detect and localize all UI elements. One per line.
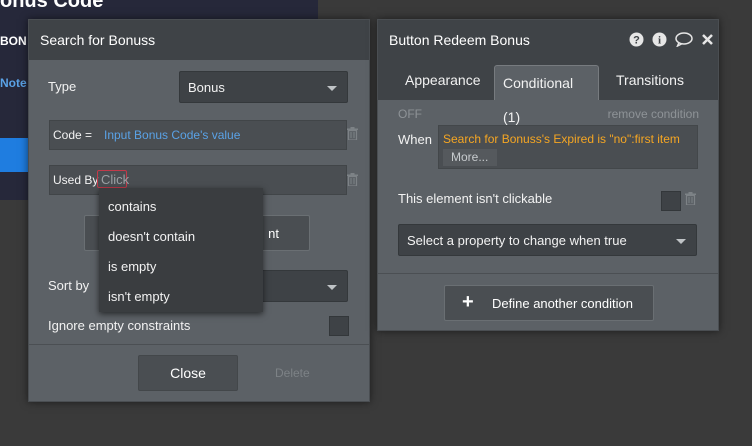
ignore-empty-label: Ignore empty constraints (48, 318, 191, 333)
define-another-condition-button[interactable]: + Define another condition (444, 285, 654, 321)
search-panel-header[interactable]: Search for Bonuss (29, 20, 369, 60)
menu-item-contains[interactable]: contains (108, 199, 156, 214)
trash-icon[interactable] (347, 127, 358, 140)
constraint-code-key: Code = (53, 128, 93, 142)
comment-icon[interactable] (675, 32, 693, 47)
property-placeholder: Select a property to change when true (407, 233, 627, 248)
tab-conditional[interactable]: Conditional (1) (494, 65, 599, 125)
add-constraint-label: nt (268, 226, 279, 241)
menu-item-doesnt-contain[interactable]: doesn't contain (108, 229, 195, 244)
not-clickable-checkbox[interactable] (661, 191, 681, 211)
not-clickable-label: This element isn't clickable (398, 191, 553, 206)
trash-icon[interactable] (685, 192, 696, 205)
footer-divider (29, 344, 369, 345)
when-expression-field[interactable]: Search for Bonuss's Expired is "no":firs… (438, 125, 698, 169)
svg-text:i: i (658, 35, 661, 47)
trash-icon[interactable] (347, 173, 358, 186)
operator-menu: contains doesn't contain is empty isn't … (99, 188, 263, 312)
sort-by-dropdown[interactable] (259, 270, 348, 302)
define-condition-label: Define another condition (492, 296, 633, 311)
background-title: onus Code (0, 0, 104, 12)
operator-click-field[interactable]: Click (97, 170, 129, 188)
remove-condition-link[interactable]: remove condition (608, 107, 699, 121)
inspector-tabbar: Appearance Conditional (1) Transitions (378, 60, 718, 125)
constraint-code[interactable]: Code = Input Bonus Code's value (49, 120, 347, 150)
chevron-down-icon (676, 239, 686, 244)
when-expression[interactable]: Search for Bonuss's Expired is "no":firs… (443, 132, 680, 146)
close-button[interactable]: Close (138, 355, 238, 391)
type-dropdown[interactable]: Bonus (179, 71, 348, 103)
tab-appearance[interactable]: Appearance (405, 72, 481, 88)
inspector-title: Button Redeem Bonus (389, 32, 530, 48)
condition-off-label: OFF (398, 107, 422, 121)
svg-text:?: ? (633, 35, 640, 47)
inspector-header[interactable]: Button Redeem Bonus ? i (378, 20, 718, 60)
help-icon[interactable]: ? (629, 32, 644, 47)
plus-icon: + (462, 291, 474, 313)
constraint-code-value[interactable]: Input Bonus Code's value (104, 128, 240, 142)
background-note: Note (0, 76, 27, 90)
chevron-down-icon (327, 285, 337, 290)
chevron-down-icon (327, 86, 337, 91)
more-button[interactable]: More... (443, 149, 497, 166)
menu-item-isnt-empty[interactable]: isn't empty (108, 289, 170, 304)
ignore-empty-checkbox[interactable] (329, 316, 349, 336)
sort-by-label: Sort by (48, 278, 90, 293)
property-dropdown[interactable]: Select a property to change when true (398, 224, 697, 256)
element-inspector-panel: Button Redeem Bonus ? i Appearance Condi… (377, 19, 719, 331)
constraint-used-by-key: Used By (53, 173, 99, 187)
menu-item-is-empty[interactable]: is empty (108, 259, 156, 274)
delete-button[interactable]: Delete (275, 366, 310, 380)
background-label: BON (0, 34, 27, 48)
tab-transitions[interactable]: Transitions (616, 72, 684, 88)
type-value: Bonus (188, 80, 225, 95)
background-blue-element[interactable] (0, 138, 28, 172)
close-icon[interactable] (701, 33, 714, 46)
info-icon[interactable]: i (652, 32, 667, 47)
inspector-divider (378, 273, 718, 274)
search-panel-title: Search for Bonuss (40, 32, 156, 48)
type-label: Type (48, 79, 77, 94)
when-label: When (398, 132, 432, 147)
